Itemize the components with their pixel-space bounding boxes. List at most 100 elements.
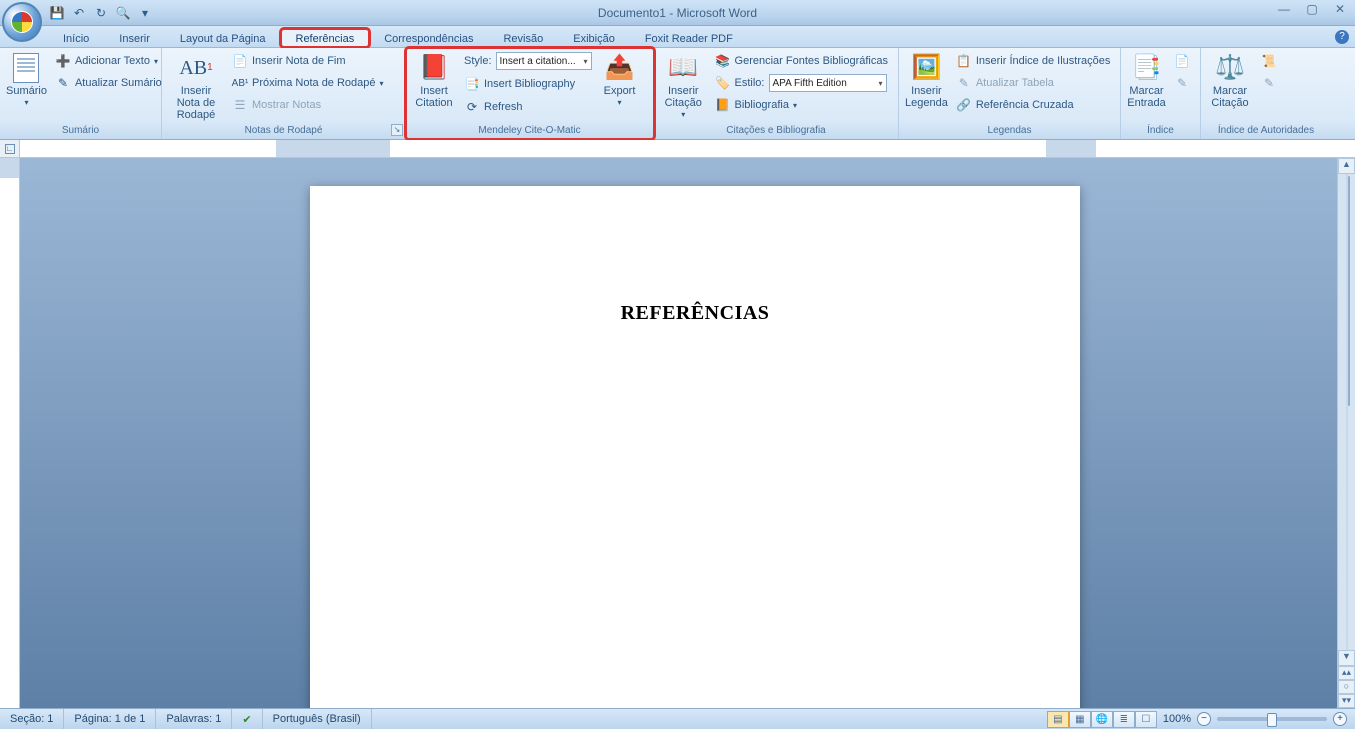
tab-inserir[interactable]: Inserir (104, 29, 165, 47)
next-footnote-icon: AB¹ (232, 75, 248, 91)
browse-object-icon[interactable]: ○ (1338, 680, 1355, 694)
doc-name: Documento1 (598, 6, 666, 20)
chevron-down-icon: ▾ (584, 57, 588, 66)
export-icon: 📤 (605, 53, 635, 83)
style-label: Style: (464, 55, 492, 67)
zoom-controls: 100% − + (1163, 712, 1347, 726)
save-icon[interactable]: 💾 (48, 4, 66, 22)
scroll-up-icon[interactable]: ▲ (1338, 158, 1355, 174)
ruler-corner[interactable]: ∟ (0, 140, 20, 157)
style-row: Style: Insert a citation...▾ (460, 51, 596, 71)
scroll-down-icon[interactable]: ▼ (1338, 650, 1355, 666)
zoom-slider[interactable] (1217, 717, 1327, 721)
atualizar-indice-button[interactable]: ✎ (1170, 73, 1194, 93)
proxima-nota-button[interactable]: AB¹Próxima Nota de Rodapé▾ (228, 73, 388, 93)
document-icon (11, 53, 41, 83)
refresh-icon: ✎ (55, 75, 71, 91)
close-icon[interactable]: ✕ (1331, 2, 1349, 16)
rodape-launcher-icon[interactable]: ↘ (391, 124, 403, 136)
group-sumario: Sumário ▾ ➕Adicionar Texto▾ ✎Atualizar S… (0, 48, 162, 139)
marcar-citacao-button[interactable]: ⚖️ Marcar Citação (1207, 51, 1253, 109)
horizontal-ruler[interactable] (20, 140, 1355, 157)
sumario-button[interactable]: Sumário ▾ (6, 51, 47, 109)
chevron-down-icon: ▾ (878, 79, 882, 88)
refresh-button[interactable]: ⟳Refresh (460, 97, 596, 117)
view-print-layout-icon[interactable]: ▤ (1047, 711, 1069, 728)
undo-icon[interactable]: ↶ (70, 4, 88, 22)
prev-page-icon[interactable]: ▴▴ (1338, 666, 1355, 680)
inserir-legenda-button[interactable]: 🖼️ Inserir Legenda (905, 51, 948, 109)
style-dropdown[interactable]: Insert a citation...▾ (496, 52, 592, 70)
print-preview-icon[interactable]: 🔍 (114, 4, 132, 22)
estilo-dropdown[interactable]: APA Fifth Edition▾ (769, 74, 887, 92)
view-full-screen-icon[interactable]: ▦ (1069, 711, 1091, 728)
group-legendas-title: Legendas (899, 123, 1120, 139)
status-palavras[interactable]: Palavras: 1 (156, 709, 232, 729)
atualizar-sumario-button[interactable]: ✎Atualizar Sumário (51, 73, 166, 93)
group-citacoes-title: Citações e Bibliografia (654, 123, 898, 139)
view-draft-icon[interactable]: ☐ (1135, 711, 1157, 728)
status-idioma[interactable]: Português (Brasil) (263, 709, 372, 729)
vertical-scrollbar[interactable]: ▲ ▼ ▴▴ ○ ▾▾ (1337, 158, 1355, 708)
page[interactable]: REFERÊNCIAS (310, 186, 1080, 708)
tab-exibicao[interactable]: Exibição (558, 29, 630, 47)
maximize-icon[interactable]: ▢ (1303, 2, 1321, 16)
group-mendeley: 📕 Insert Citation Style: Insert a citati… (406, 48, 654, 139)
group-indice: 📑 Marcar Entrada 📄 ✎ Índice (1121, 48, 1201, 139)
atualizar-tabela-button[interactable]: ✎Atualizar Tabela (952, 73, 1115, 93)
marcar-entrada-button[interactable]: 📑 Marcar Entrada (1127, 51, 1166, 109)
inserir-nota-rodape-button[interactable]: AB1 Inserir Nota de Rodapé (168, 51, 224, 121)
office-button[interactable] (2, 2, 42, 42)
group-legendas: 🖼️ Inserir Legenda 📋Inserir Índice de Il… (899, 48, 1121, 139)
indice-ilustracoes-button[interactable]: 📋Inserir Índice de Ilustrações (952, 51, 1115, 71)
tab-referencias[interactable]: Referências (281, 29, 370, 47)
qat-dropdown-icon[interactable]: ▾ (136, 4, 154, 22)
tab-layout[interactable]: Layout da Página (165, 29, 281, 47)
group-sumario-title: Sumário (0, 123, 161, 139)
figures-index-icon: 📋 (956, 53, 972, 69)
next-page-icon[interactable]: ▾▾ (1338, 694, 1355, 708)
insert-citation-button[interactable]: 📕 Insert Citation (412, 51, 456, 109)
index-icon: 📄 (1174, 53, 1190, 69)
minimize-icon[interactable]: — (1275, 2, 1293, 16)
referencia-cruzada-button[interactable]: 🔗Referência Cruzada (952, 95, 1115, 115)
bibliografia-button[interactable]: 📙Bibliografia▾ (711, 95, 892, 115)
horizontal-ruler-row: ∟ (0, 140, 1355, 158)
vertical-ruler[interactable] (0, 158, 20, 708)
mostrar-notas-button[interactable]: ☰Mostrar Notas (228, 95, 388, 115)
cross-ref-icon: 🔗 (956, 97, 972, 113)
zoom-value[interactable]: 100% (1163, 713, 1191, 725)
status-pagina[interactable]: Página: 1 de 1 (64, 709, 156, 729)
zoom-in-icon[interactable]: + (1333, 712, 1347, 726)
view-outline-icon[interactable]: ≣ (1113, 711, 1135, 728)
atualizar-autoridades-button[interactable]: ✎ (1257, 73, 1281, 93)
gerenciar-fontes-button[interactable]: 📚Gerenciar Fontes Bibliográficas (711, 51, 892, 71)
inserir-nota-rodape-label: Inserir Nota de Rodapé (168, 85, 224, 121)
update-table-icon: ✎ (956, 75, 972, 91)
help-icon[interactable]: ? (1335, 30, 1349, 44)
plus-icon: ➕ (55, 53, 71, 69)
zoom-out-icon[interactable]: − (1197, 712, 1211, 726)
scroll-thumb[interactable] (1348, 176, 1350, 406)
status-secao[interactable]: Seção: 1 (0, 709, 64, 729)
inserir-citacao-button[interactable]: 📖 Inserir Citação ▾ (660, 51, 707, 121)
insert-bibliography-button[interactable]: 📑Insert Bibliography (460, 74, 596, 94)
tab-foxit[interactable]: Foxit Reader PDF (630, 29, 748, 47)
window-controls: — ▢ ✕ (1275, 2, 1349, 16)
document-canvas[interactable]: REFERÊNCIAS (20, 158, 1337, 708)
status-proof[interactable]: ✔ (232, 709, 262, 729)
estilo-row: 🏷️ Estilo: APA Fifth Edition▾ (711, 73, 892, 93)
view-web-icon[interactable]: 🌐 (1091, 711, 1113, 728)
group-indice-title: Índice (1121, 123, 1200, 139)
export-button[interactable]: 📤 Export ▾ (600, 51, 640, 109)
inserir-autoridades-button[interactable]: 📜 (1257, 51, 1281, 71)
update-icon: ✎ (1261, 75, 1277, 91)
inserir-nota-fim-button[interactable]: 📄Inserir Nota de Fim (228, 51, 388, 71)
redo-icon[interactable]: ↻ (92, 4, 110, 22)
tab-inicio[interactable]: Início (48, 29, 104, 47)
scroll-track[interactable] (1346, 174, 1348, 650)
inserir-indice-button[interactable]: 📄 (1170, 51, 1194, 71)
tab-revisao[interactable]: Revisão (488, 29, 558, 47)
adicionar-texto-button[interactable]: ➕Adicionar Texto▾ (51, 51, 166, 71)
tab-correspondencias[interactable]: Correspondências (369, 29, 488, 47)
